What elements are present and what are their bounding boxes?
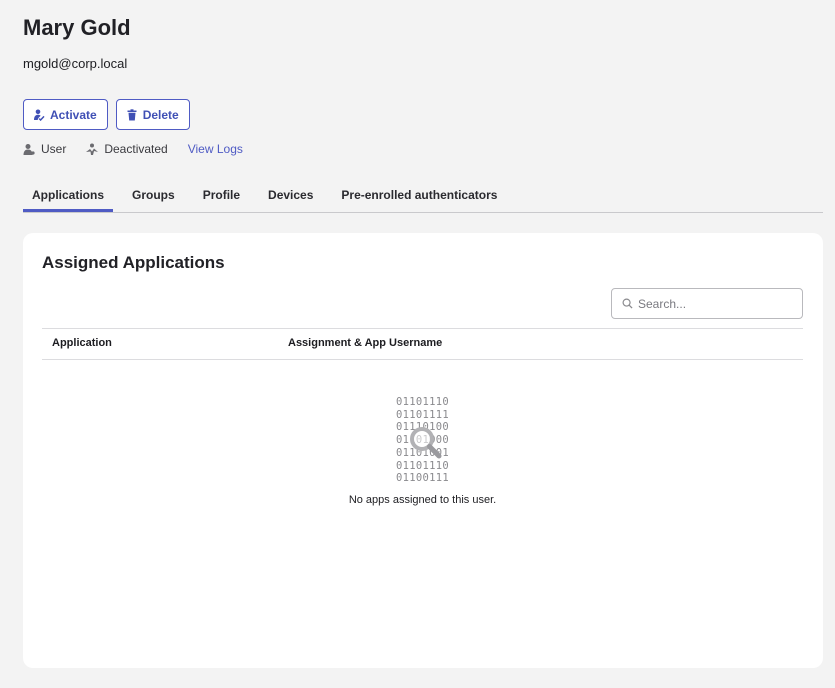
card-title: Assigned Applications (42, 253, 225, 272)
tab-profile[interactable]: Profile (194, 180, 249, 212)
binary-line: 01101111 (396, 408, 449, 421)
tab-pre-enrolled-authenticators[interactable]: Pre-enrolled authenticators (332, 180, 506, 212)
view-logs-link[interactable]: View Logs (188, 142, 243, 156)
user-email: mgold@corp.local (23, 56, 128, 71)
action-bar: Activate Delete (23, 99, 190, 130)
tab-groups[interactable]: Groups (123, 180, 184, 212)
role-item: User (23, 142, 66, 156)
search-input[interactable] (638, 296, 788, 311)
column-header-application[interactable]: Application (52, 337, 112, 349)
activate-label: Activate (50, 107, 97, 122)
user-icon (23, 144, 35, 155)
deactivated-icon (86, 143, 99, 155)
tab-bar: Applications Groups Profile Devices Pre-… (23, 180, 823, 213)
binary-line: 01101110 (396, 396, 449, 408)
activate-button[interactable]: Activate (23, 99, 108, 130)
trash-icon (127, 108, 137, 120)
magnifier-icon (410, 427, 442, 459)
empty-message: No apps assigned to this user. (348, 494, 497, 507)
column-header-assignment[interactable]: Assignment & App Username (288, 337, 442, 349)
user-meta: User Deactivated View Logs (23, 142, 243, 156)
tab-devices[interactable]: Devices (259, 180, 322, 212)
empty-illustration: 01101110 01101111 01110100 01101000 0110… (396, 396, 449, 485)
delete-label: Delete (142, 107, 179, 122)
table-header: Application Assignment & App Username (42, 328, 803, 360)
empty-state: 01101110 01101111 01110100 01101000 0110… (42, 396, 803, 506)
status-label: Deactivated (104, 142, 168, 156)
delete-button[interactable]: Delete (115, 99, 190, 130)
search-box (611, 288, 803, 319)
search-icon (622, 298, 633, 309)
status-item: Deactivated (86, 142, 168, 156)
role-label: User (41, 142, 67, 156)
page-title: Mary Gold (23, 15, 131, 40)
assigned-applications-card: Assigned Applications Application Assign… (23, 233, 823, 668)
person-check-icon (34, 109, 45, 121)
binary-line: 01100111 (396, 472, 449, 485)
tab-applications[interactable]: Applications (23, 180, 114, 212)
